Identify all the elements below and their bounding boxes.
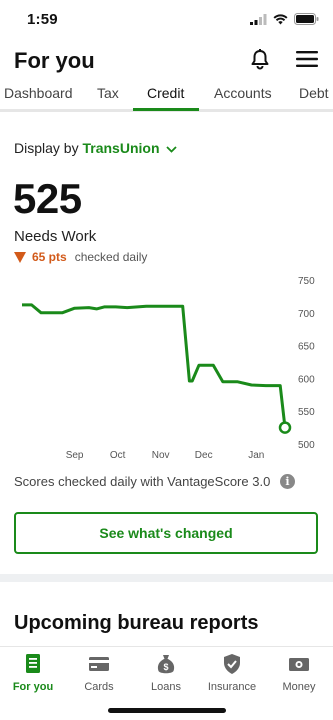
- x-tick-label: Oct: [110, 450, 126, 461]
- nav-label: Cards: [84, 681, 114, 693]
- svg-text:$: $: [163, 662, 168, 672]
- x-tick-label: Jan: [248, 450, 264, 461]
- display-by-label: Display by: [14, 140, 79, 156]
- latest-score-point[interactable]: [278, 421, 292, 434]
- tab-accounts[interactable]: Accounts: [214, 85, 272, 101]
- menu-icon[interactable]: [296, 50, 318, 68]
- tab-tax[interactable]: Tax: [97, 85, 119, 101]
- signal-icon: [250, 13, 267, 25]
- score-footnote: Scores checked daily with VantageScore 3…: [14, 474, 271, 489]
- nav-label: Loans: [151, 681, 181, 693]
- y-tick-label: 700: [298, 309, 315, 320]
- bell-icon[interactable]: [249, 48, 271, 70]
- nav-insurance[interactable]: Insurance: [199, 653, 265, 693]
- app-header: For you: [0, 40, 333, 78]
- score-delta-note: checked daily: [74, 250, 148, 264]
- nav-for-you[interactable]: For you: [0, 653, 66, 693]
- for-you-icon: [26, 654, 40, 673]
- chevron-down-icon[interactable]: [166, 146, 178, 153]
- nav-loans[interactable]: $ Loans: [133, 653, 199, 693]
- score-history-chart: 750 700 650 600 550 500 Sep Oct Nov Dec Jan: [22, 276, 315, 461]
- score-change: 65 pts checked daily: [14, 250, 147, 264]
- active-tab-indicator: [133, 108, 199, 111]
- x-tick-label: Nov: [152, 450, 170, 461]
- x-tick-label: Dec: [195, 450, 213, 461]
- arrow-down-icon: [14, 251, 26, 263]
- y-tick-label: 550: [298, 407, 315, 418]
- nav-label: Money: [282, 681, 316, 693]
- y-tick-label: 750: [298, 276, 315, 287]
- status-bar: 1:59: [0, 0, 333, 40]
- page-title: For you: [14, 48, 95, 73]
- bureau-name[interactable]: TransUnion: [82, 140, 159, 156]
- home-indicator: [108, 708, 226, 713]
- score-rating: Needs Work: [14, 228, 97, 245]
- cash-icon: [289, 658, 309, 671]
- score-line: [22, 303, 287, 428]
- shield-icon: [224, 654, 240, 674]
- tab-dashboard[interactable]: Dashboard: [4, 85, 73, 101]
- see-whats-changed-button[interactable]: See what's changed: [14, 512, 318, 554]
- section-title: Upcoming bureau reports: [14, 612, 259, 634]
- y-tick-label: 650: [298, 342, 315, 353]
- y-tick-label: 500: [298, 440, 315, 451]
- battery-icon: [294, 13, 319, 25]
- nav-money[interactable]: Money: [266, 653, 332, 693]
- nav-label: Insurance: [207, 681, 257, 693]
- info-icon[interactable]: i: [280, 474, 295, 489]
- wifi-icon: [273, 13, 288, 24]
- status-time: 1:59: [27, 11, 58, 28]
- tab-debt[interactable]: Debt: [299, 85, 329, 101]
- y-tick-label: 600: [298, 374, 315, 385]
- nav-label: For you: [12, 681, 54, 693]
- credit-card-icon: [89, 657, 109, 671]
- top-tabs: Dashboard Tax Credit Accounts Debt: [0, 78, 333, 112]
- nav-cards[interactable]: Cards: [66, 653, 132, 693]
- x-tick-label: Sep: [66, 450, 84, 461]
- status-icons: [250, 13, 319, 25]
- credit-score: 525: [13, 175, 82, 222]
- tab-credit[interactable]: Credit: [147, 85, 184, 101]
- score-delta: 65 pts: [32, 250, 67, 264]
- money-bag-icon: $: [157, 655, 175, 674]
- section-divider: [0, 574, 333, 582]
- display-by-selector[interactable]: Display by TransUnion: [14, 140, 178, 156]
